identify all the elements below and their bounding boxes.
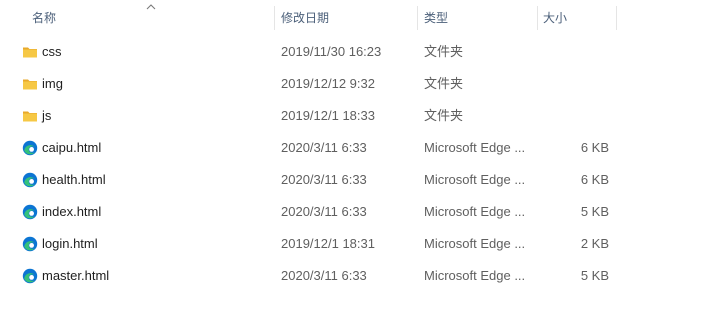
file-date-modified: 2020/3/11 6:33 — [281, 268, 367, 283]
file-name: js — [42, 108, 52, 123]
edge-icon — [22, 172, 38, 188]
file-row-css[interactable]: css 2019/11/30 16:23 文件夹 — [0, 36, 720, 68]
sort-ascending-icon — [146, 4, 156, 10]
folder-icon — [23, 47, 37, 58]
column-header-size[interactable]: 大小 — [543, 0, 613, 36]
file-type: 文件夹 — [424, 76, 464, 91]
file-row-master-html[interactable]: master.html 2020/3/11 6:33 Microsoft Edg… — [0, 260, 720, 292]
file-row-index-html[interactable]: index.html 2020/3/11 6:33 Microsoft Edge… — [0, 196, 720, 228]
file-row-caipu-html[interactable]: caipu.html 2020/3/11 6:33 Microsoft Edge… — [0, 132, 720, 164]
folder-icon — [23, 79, 37, 90]
file-size: 5 KB — [580, 268, 609, 283]
file-size: 6 KB — [580, 172, 609, 187]
file-date-modified: 2020/3/11 6:33 — [281, 140, 367, 155]
file-size: 2 KB — [580, 236, 609, 251]
file-name: img — [42, 76, 63, 91]
file-row-login-html[interactable]: login.html 2019/12/1 18:31 Microsoft Edg… — [0, 228, 720, 260]
column-header-type[interactable]: 类型 — [424, 0, 534, 36]
file-name: css — [42, 44, 62, 59]
file-type: Microsoft Edge ... — [424, 172, 526, 187]
column-header-date-modified[interactable]: 修改日期 — [281, 0, 415, 36]
file-date-modified: 2020/3/11 6:33 — [281, 204, 367, 219]
edge-icon — [22, 140, 38, 156]
column-header-bar: 名称 修改日期 类型 大小 — [0, 0, 720, 36]
file-type: Microsoft Edge ... — [424, 204, 526, 219]
column-divider[interactable] — [616, 6, 617, 30]
file-date-modified: 2019/11/30 16:23 — [281, 44, 382, 59]
file-size: 6 KB — [580, 140, 609, 155]
file-name: login.html — [42, 236, 98, 251]
folder-icon — [23, 111, 37, 122]
file-date-modified: 2020/3/11 6:33 — [281, 172, 367, 187]
file-type: 文件夹 — [424, 44, 464, 59]
file-type: 文件夹 — [424, 108, 464, 123]
file-type: Microsoft Edge ... — [424, 268, 526, 283]
file-name: caipu.html — [42, 140, 102, 155]
file-date-modified: 2019/12/1 18:31 — [281, 236, 375, 251]
file-row-img[interactable]: img 2019/12/12 9:32 文件夹 — [0, 68, 720, 100]
column-divider[interactable] — [537, 6, 538, 30]
file-date-modified: 2019/12/12 9:32 — [281, 76, 375, 91]
file-size: 5 KB — [580, 204, 609, 219]
file-type: Microsoft Edge ... — [424, 236, 526, 251]
file-row-js[interactable]: js 2019/12/1 18:33 文件夹 — [0, 100, 720, 132]
file-date-modified: 2019/12/1 18:33 — [281, 108, 375, 123]
file-name: index.html — [42, 204, 102, 219]
file-row-health-html[interactable]: health.html 2020/3/11 6:33 Microsoft Edg… — [0, 164, 720, 196]
file-name: health.html — [42, 172, 106, 187]
column-divider[interactable] — [417, 6, 418, 30]
edge-icon — [22, 204, 38, 220]
column-divider[interactable] — [274, 6, 275, 30]
edge-icon — [22, 268, 38, 284]
file-type: Microsoft Edge ... — [424, 140, 526, 155]
file-name: master.html — [42, 268, 110, 283]
edge-icon — [22, 236, 38, 252]
